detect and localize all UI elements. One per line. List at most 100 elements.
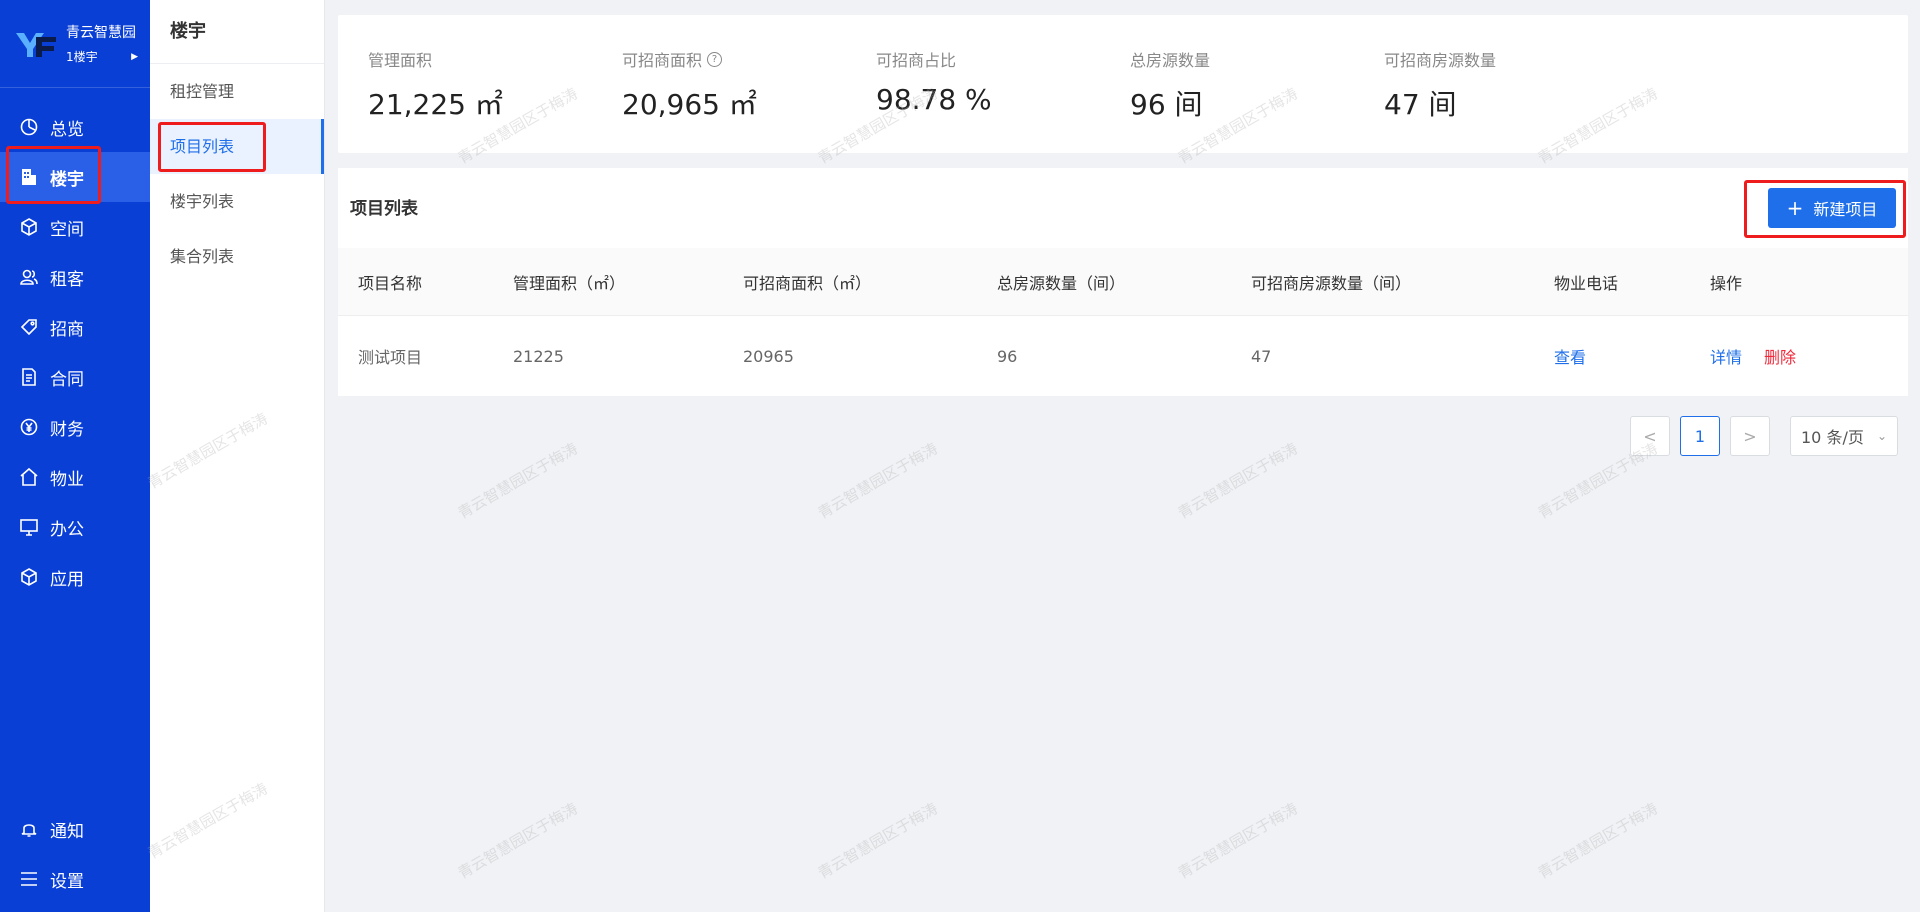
caret-right-icon: ▶	[131, 51, 138, 62]
column-header: 项目名称	[358, 273, 423, 293]
nav-label: 招商	[50, 319, 84, 340]
nav-label: 设置	[50, 871, 84, 892]
table-header: 项目名称 管理面积（㎡） 可招商面积（㎡） 总房源数量（间） 可招商房源数量（间…	[338, 248, 1908, 316]
home-icon	[18, 466, 40, 488]
submenu-item-lease-control[interactable]: 租控管理	[150, 64, 324, 119]
watermark-text: 青云智慧园区于梅涛	[814, 439, 941, 523]
nav-item-overview[interactable]: 总览	[0, 102, 150, 152]
document-icon	[18, 366, 40, 388]
new-project-button[interactable]: + 新建项目	[1768, 188, 1896, 228]
sidebar-bottom: 通知 设置	[0, 804, 150, 904]
watermark-text: 青云智慧园区于梅涛	[454, 799, 581, 883]
stat-value: 20,965 ㎡	[622, 88, 757, 121]
cube-icon	[18, 216, 40, 238]
project-list-card: 项目列表 + 新建项目 项目名称 管理面积（㎡） 可招商面积（㎡） 总房源数量（…	[338, 168, 1908, 396]
nav-item-investment[interactable]: 招商	[0, 302, 150, 352]
detail-link[interactable]: 详情	[1710, 344, 1742, 368]
next-page-button[interactable]: >	[1730, 416, 1770, 456]
delete-link[interactable]: 删除	[1764, 344, 1796, 368]
box-icon	[18, 566, 40, 588]
nav-label: 租客	[50, 269, 84, 290]
new-project-label: 新建项目	[1813, 200, 1878, 219]
nav-item-notifications[interactable]: 通知	[0, 804, 150, 854]
column-header: 可招商房源数量（间）	[1251, 273, 1412, 293]
pagination: < 1 > 10 条/页 ⌄	[1630, 416, 1898, 456]
stat-lease-rooms: 可招商房源数量 47 间	[1384, 47, 1496, 123]
list-title: 项目列表	[350, 199, 418, 219]
stat-label: 可招商房源数量	[1384, 51, 1497, 70]
nav-label: 应用	[50, 569, 84, 590]
watermark-text: 青云智慧园区于梅涛	[1534, 799, 1661, 883]
nav-item-tenant[interactable]: 租客	[0, 252, 150, 302]
watermark-text: 青云智慧园区于梅涛	[454, 439, 581, 523]
stat-lease-area: 可招商面积 ? 20,965 ㎡	[622, 47, 757, 123]
nav-item-apps[interactable]: 应用	[0, 552, 150, 602]
main-sidebar: 青云智慧园 1楼宇 ▶ 总览 楼宇 空间 租客 招商 合同 财务 物业 办公 应…	[0, 0, 150, 912]
cell-manage-area: 21225	[513, 346, 564, 366]
column-header: 物业电话	[1554, 273, 1619, 293]
nav-item-office[interactable]: 办公	[0, 502, 150, 552]
nav-item-property[interactable]: 物业	[0, 452, 150, 502]
column-header: 操作	[1710, 273, 1743, 293]
watermark-text: 青云智慧园区于梅涛	[1174, 799, 1301, 883]
submenu-item-collection-list[interactable]: 集合列表	[150, 229, 324, 284]
nav-label: 财务	[50, 419, 84, 440]
watermark-text: 青云智慧园区于梅涛	[814, 799, 941, 883]
nav-label: 空间	[50, 219, 84, 240]
stat-value: 96 间	[1130, 88, 1203, 121]
stat-label: 管理面积	[368, 51, 433, 70]
help-icon[interactable]: ?	[707, 51, 723, 67]
stat-lease-ratio: 可招商占比 98.78 %	[876, 47, 992, 116]
cell-lease-rooms: 47	[1251, 346, 1272, 366]
cell-project-name: 测试项目	[358, 348, 423, 367]
nav-label: 通知	[50, 821, 84, 842]
stat-value: 47 间	[1384, 88, 1457, 121]
main-nav: 总览 楼宇 空间 租客 招商 合同 财务 物业 办公 应用	[0, 88, 150, 602]
stat-value: 98.78 %	[876, 83, 992, 116]
prev-page-button[interactable]: <	[1630, 416, 1670, 456]
nav-label: 合同	[50, 369, 84, 390]
watermark-text: 青云智慧园区于梅涛	[1174, 439, 1301, 523]
stat-label: 总房源数量	[1130, 51, 1211, 70]
cell-lease-area: 20965	[743, 346, 794, 366]
nav-label: 楼宇	[50, 169, 84, 190]
cell-total-rooms: 96	[997, 346, 1018, 366]
brand-name: 青云智慧园	[66, 25, 136, 41]
view-phone-link[interactable]: 查看	[1554, 344, 1586, 368]
users-icon	[18, 266, 40, 288]
tag-icon	[18, 316, 40, 338]
nav-item-building[interactable]: 楼宇	[0, 152, 150, 202]
submenu-item-building-list[interactable]: 楼宇列表	[150, 174, 324, 229]
plus-icon: +	[1786, 196, 1804, 220]
page-number-button[interactable]: 1	[1680, 416, 1720, 456]
menu-icon	[18, 868, 40, 890]
pie-chart-icon	[18, 116, 40, 138]
nav-label: 物业	[50, 469, 84, 490]
nav-item-space[interactable]: 空间	[0, 202, 150, 252]
column-header: 可招商面积（㎡）	[743, 273, 872, 293]
sub-menu: 楼宇 租控管理 项目列表 楼宇列表 集合列表	[150, 0, 325, 912]
submenu-title: 楼宇	[150, 0, 324, 64]
monitor-icon	[18, 516, 40, 538]
nav-item-contract[interactable]: 合同	[0, 352, 150, 402]
column-header: 管理面积（㎡）	[513, 273, 626, 293]
stat-label: 可招商面积	[622, 51, 703, 70]
page-size-value: 10 条/页	[1801, 428, 1864, 447]
brand-area[interactable]: 青云智慧园 1楼宇 ▶	[0, 0, 150, 88]
yen-icon	[18, 416, 40, 438]
submenu-item-project-list[interactable]: 项目列表	[150, 119, 324, 174]
list-header: 项目列表 + 新建项目	[338, 168, 1908, 248]
nav-label: 总览	[50, 119, 84, 140]
building-icon	[18, 166, 40, 188]
stat-label: 可招商占比	[876, 51, 957, 70]
chevron-down-icon: ⌄	[1876, 429, 1887, 443]
nav-item-finance[interactable]: 财务	[0, 402, 150, 452]
stat-total-rooms: 总房源数量 96 间	[1130, 47, 1210, 123]
column-header: 总房源数量（间）	[997, 273, 1126, 293]
logo-icon	[16, 32, 56, 57]
stat-manage-area: 管理面积 21,225 ㎡	[368, 47, 503, 123]
page-size-select[interactable]: 10 条/页 ⌄	[1790, 416, 1898, 456]
building-selector-label: 1楼宇	[66, 50, 98, 64]
table-row: 测试项目 21225 20965 96 47 查看 详情 删除	[338, 316, 1908, 396]
nav-item-settings[interactable]: 设置	[0, 854, 150, 904]
